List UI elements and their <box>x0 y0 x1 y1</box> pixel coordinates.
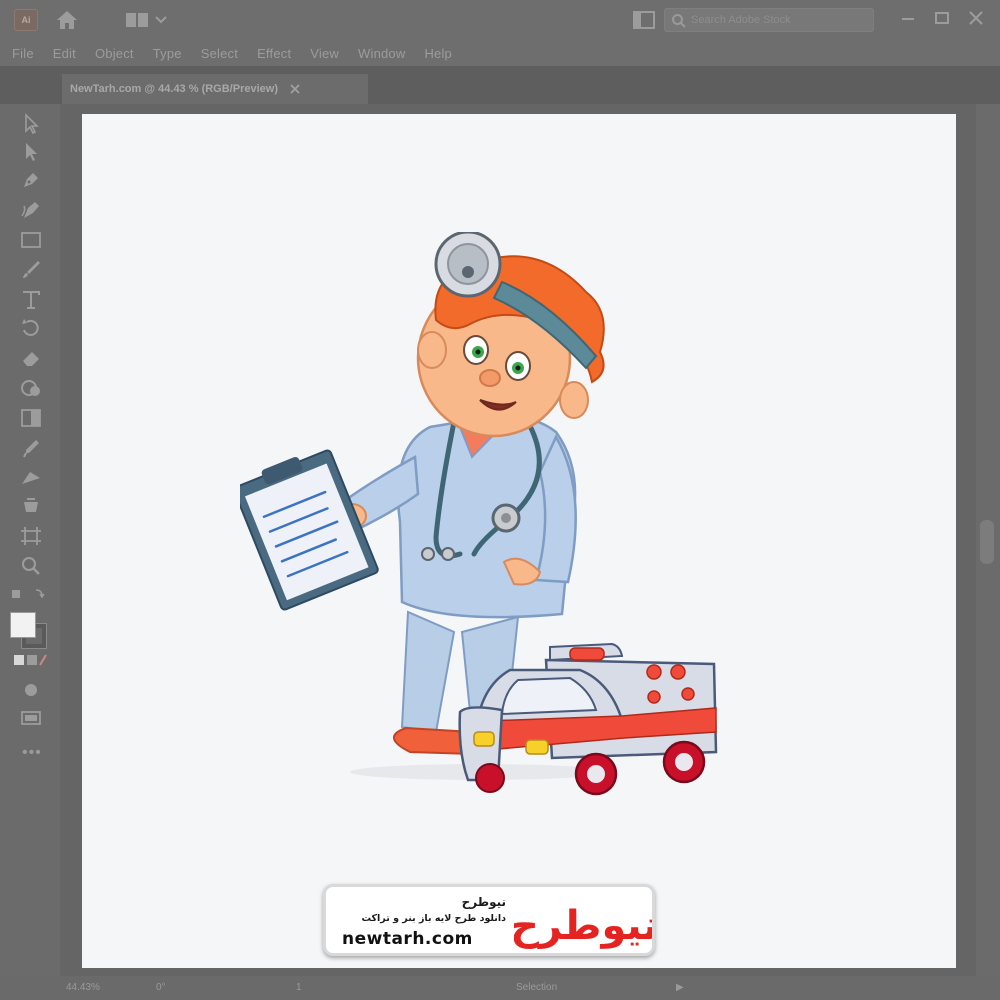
edit-toolbar-icon[interactable]: ••• <box>22 744 42 762</box>
shape-builder-tool-icon[interactable] <box>18 376 44 400</box>
newtarh-logo: نیوطرح <box>514 903 654 949</box>
search-input[interactable] <box>691 12 869 28</box>
tools-panel: ••• <box>0 104 60 976</box>
selection-tool-icon[interactable] <box>18 112 44 136</box>
menu-type[interactable]: Type <box>153 46 182 61</box>
menu-window[interactable]: Window <box>358 46 405 61</box>
doctor-boy-illustration <box>240 232 718 796</box>
menu-bar: File Edit Object Type Select Effect View… <box>0 40 1000 66</box>
artboard-tool-icon[interactable] <box>18 524 44 548</box>
close-icon[interactable] <box>964 6 988 30</box>
status-menu-arrow[interactable]: ▶ <box>676 982 684 993</box>
rectangle-tool-icon[interactable] <box>18 228 44 252</box>
tab-close-icon[interactable] <box>288 82 302 96</box>
status-bar: 44.43% 0° 1 Selection ▶ <box>0 976 1000 1000</box>
document-tab[interactable]: NewTarh.com @ 44.43 % (RGB/Preview) <box>62 74 368 104</box>
status-mode[interactable]: Selection <box>516 982 557 993</box>
curvature-tool-icon[interactable] <box>18 198 44 222</box>
chevron-down-icon[interactable] <box>154 12 168 26</box>
zoom-tool-icon[interactable] <box>18 554 44 578</box>
home-icon[interactable] <box>54 8 80 32</box>
menu-select[interactable]: Select <box>201 46 238 61</box>
gradient-tool-icon[interactable] <box>18 406 44 430</box>
newtarh-logo-text: نیوطرح <box>514 903 654 949</box>
app-logo: Ai <box>14 9 38 31</box>
direct-selection-tool-icon[interactable] <box>18 140 44 164</box>
workspace-switcher-icon[interactable] <box>124 11 150 29</box>
artboard-number[interactable]: 1 <box>296 982 302 993</box>
stock-search-box[interactable] <box>664 8 874 32</box>
vertical-scrollbar[interactable] <box>980 520 994 564</box>
watermark-url: newtarh.com <box>342 929 473 949</box>
newtarh-watermark: نیوطرح دانلود طرح لایه باز بنر و تراکت n… <box>323 884 655 956</box>
menu-file[interactable]: File <box>12 46 34 61</box>
search-icon <box>672 14 686 28</box>
menu-effect[interactable]: Effect <box>257 46 291 61</box>
eyedropper-tool-icon[interactable] <box>18 436 44 460</box>
arrange-documents-icon[interactable] <box>632 10 656 30</box>
type-tool-icon[interactable] <box>18 288 44 312</box>
watermark-subtitle: دانلود طرح لایه باز بنر و تراکت <box>361 913 506 924</box>
restore-icon[interactable] <box>930 6 954 30</box>
document-tab-title: NewTarh.com @ 44.43 % (RGB/Preview) <box>70 83 278 95</box>
symbol-sprayer-tool-icon[interactable] <box>18 494 44 518</box>
minimize-icon[interactable] <box>896 6 920 30</box>
application-bar: Ai <box>0 0 1000 40</box>
blend-tool-icon[interactable] <box>18 466 44 490</box>
eraser-tool-icon[interactable] <box>18 346 44 370</box>
rotate-tool-icon[interactable] <box>18 316 44 340</box>
menu-help[interactable]: Help <box>424 46 452 61</box>
menu-edit[interactable]: Edit <box>53 46 76 61</box>
zoom-level[interactable]: 44.43% <box>66 982 100 993</box>
menu-object[interactable]: Object <box>95 46 134 61</box>
fill-color-swatch[interactable] <box>10 612 36 638</box>
menu-view[interactable]: View <box>310 46 339 61</box>
paintbrush-tool-icon[interactable] <box>18 258 44 282</box>
screen-mode-icon[interactable] <box>18 706 44 730</box>
draw-mode-icon[interactable] <box>18 678 44 702</box>
color-mode-icon[interactable] <box>12 652 48 668</box>
rotation-angle[interactable]: 0° <box>156 982 166 993</box>
app-logo-text: Ai <box>21 15 31 25</box>
default-colors-icon[interactable] <box>10 586 46 604</box>
watermark-title: نیوطرح <box>461 895 506 909</box>
document-tab-bar: NewTarh.com @ 44.43 % (RGB/Preview) <box>0 66 1000 104</box>
pen-tool-icon[interactable] <box>18 168 44 192</box>
